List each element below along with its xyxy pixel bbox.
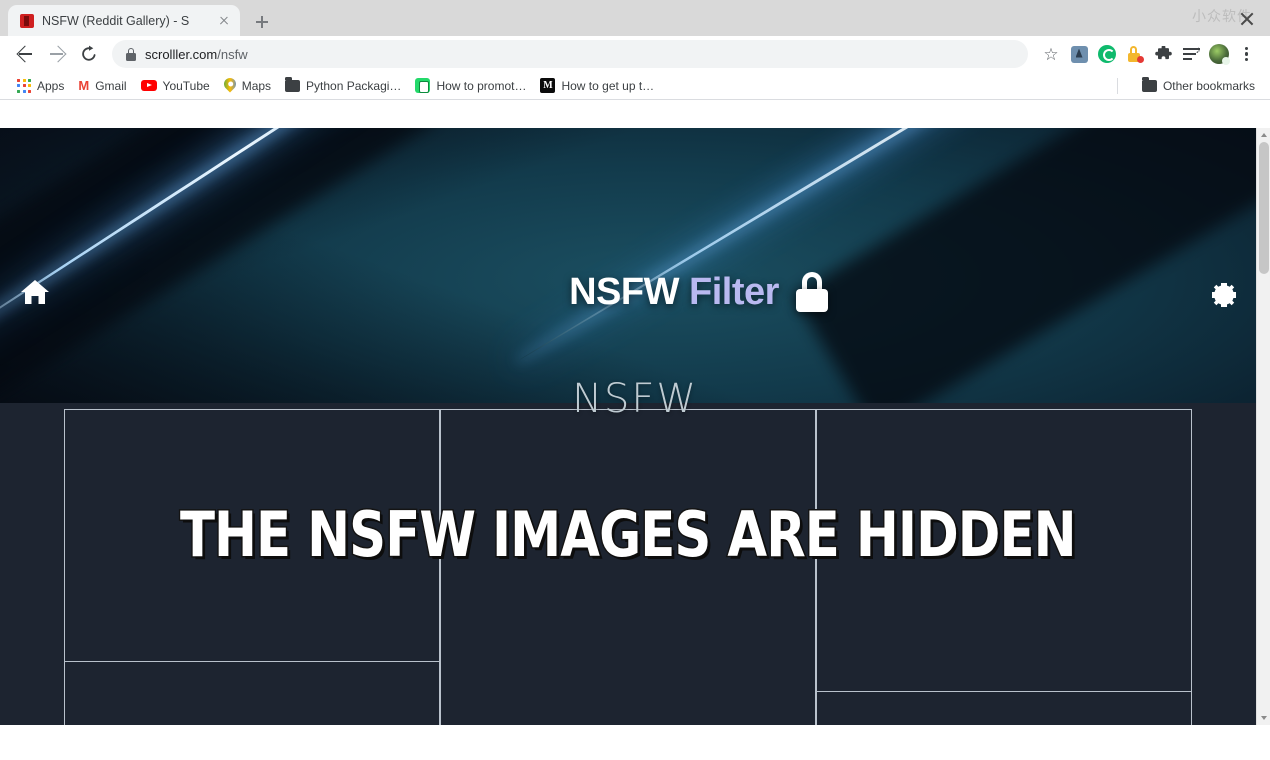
bookmark-label: Apps	[37, 78, 65, 93]
grid-column	[440, 409, 816, 725]
bookmark-maps[interactable]: Maps	[217, 75, 278, 96]
scroll-down-arrow-icon[interactable]	[1257, 711, 1270, 725]
bookmark-youtube[interactable]: YouTube	[134, 76, 217, 96]
reload-button[interactable]	[74, 39, 104, 69]
padlock-closed-icon[interactable]	[793, 272, 831, 312]
maps-pin-icon	[221, 75, 239, 93]
bookmark-gmail[interactable]: M Gmail	[71, 76, 133, 96]
bookmark-label: How to get up t…	[561, 78, 655, 93]
bookmark-star-icon[interactable]: ☆	[1038, 41, 1064, 67]
navigation-toolbar: scrolller.com/nsfw ☆	[0, 36, 1270, 72]
brand-secondary-text: Filter	[689, 271, 779, 313]
grid-card[interactable]	[64, 409, 440, 662]
bookmark-how-to-promote[interactable]: How to promot…	[408, 75, 533, 96]
hero-banner	[0, 128, 1256, 403]
extension-lock-icon[interactable]	[1122, 41, 1148, 67]
bookmark-label: Python Packagi…	[306, 78, 402, 93]
puzzle-glyph	[1154, 45, 1172, 59]
secure-lock-icon	[126, 47, 136, 61]
youtube-icon	[140, 80, 157, 91]
grid-card[interactable]	[440, 409, 816, 725]
grid-column	[64, 409, 440, 725]
bookmarks-bar: Apps M Gmail YouTube Maps Python Packagi…	[0, 72, 1270, 100]
bookmark-apps[interactable]: Apps	[10, 76, 71, 96]
url-path: /nsfw	[217, 46, 248, 62]
reload-icon	[82, 45, 96, 61]
window-bottom-area	[0, 725, 1270, 760]
folder-icon	[1141, 77, 1157, 92]
brand-primary-text: NSFW	[569, 271, 679, 313]
tab-title: NSFW (Reddit Gallery) - S	[42, 13, 190, 28]
medium-m-icon: M	[540, 78, 556, 93]
folder-icon	[285, 77, 301, 92]
browser-tab[interactable]: NSFW (Reddit Gallery) - S	[8, 5, 240, 36]
divider	[1117, 77, 1118, 94]
gmail-icon: M	[78, 78, 90, 93]
scroll-up-arrow-icon[interactable]	[1257, 128, 1270, 142]
bookmark-python-packaging[interactable]: Python Packagi…	[278, 76, 408, 96]
window-close-button[interactable]	[1238, 10, 1256, 28]
extension-blue-icon[interactable]	[1066, 41, 1092, 67]
browser-window: 小众软件 NSFW (Reddit Gallery) - S scrolller…	[0, 0, 1270, 760]
reading-list-icon[interactable]	[1178, 41, 1204, 67]
page-title: NSFW	[572, 376, 698, 422]
page-viewport: NSFW Filter NSFW THE NSFW IMAGES ARE HID…	[0, 128, 1270, 725]
grid-card[interactable]	[816, 692, 1192, 725]
address-bar[interactable]: scrolller.com/nsfw	[112, 40, 1028, 68]
other-bookmarks-label: Other bookmarks	[1162, 78, 1255, 93]
green-app-icon	[415, 78, 431, 93]
chrome-menu-icon[interactable]	[1234, 41, 1260, 67]
scrollbar-thumb[interactable]	[1259, 142, 1269, 274]
page-scrollbar[interactable]	[1256, 128, 1270, 725]
star-glyph: ☆	[1043, 44, 1059, 64]
bookmark-label: How to promot…	[436, 78, 527, 93]
back-button[interactable]	[10, 39, 40, 69]
extensions-puzzle-icon[interactable]	[1150, 41, 1176, 67]
profile-avatar[interactable]	[1206, 41, 1232, 67]
reddit-favicon	[20, 13, 34, 28]
url-text: scrolller.com/nsfw	[145, 47, 248, 62]
bookmark-how-to-get-up[interactable]: M How to get up t…	[533, 75, 661, 96]
close-icon[interactable]	[216, 13, 232, 29]
hero-shadow-band	[793, 128, 1256, 403]
extension-green-icon[interactable]	[1094, 41, 1120, 67]
bookmark-label: Maps	[241, 78, 272, 93]
apps-grid-icon	[17, 78, 31, 93]
nsfw-filter-brand: NSFW Filter	[0, 272, 1270, 312]
bookmark-label: YouTube	[162, 78, 210, 93]
other-bookmarks-button[interactable]: Other bookmarks	[1135, 76, 1262, 96]
bookmark-label: Gmail	[95, 78, 127, 93]
tab-strip: NSFW (Reddit Gallery) - S	[0, 0, 1270, 36]
grid-card[interactable]	[64, 662, 440, 725]
image-grid: THE NSFW IMAGES ARE HIDDEN	[64, 409, 1192, 725]
new-tab-button[interactable]	[248, 8, 276, 36]
grid-card[interactable]	[816, 409, 1192, 692]
title-bar: 小众软件 NSFW (Reddit Gallery) - S	[0, 0, 1270, 36]
url-domain: scrolller.com	[145, 46, 218, 62]
forward-button[interactable]	[42, 39, 72, 69]
grid-column	[816, 409, 1192, 725]
